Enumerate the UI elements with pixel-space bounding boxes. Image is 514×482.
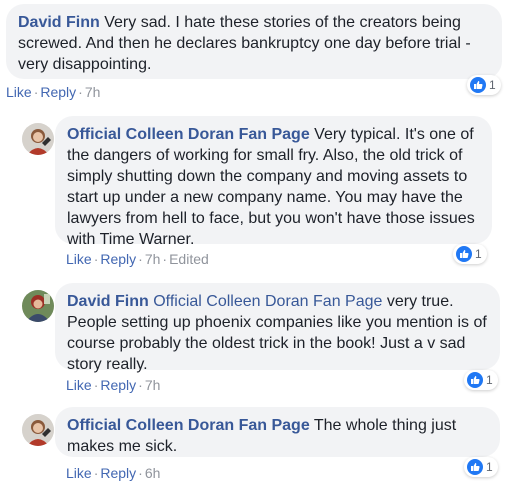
timestamp[interactable]: 6h [145, 465, 161, 481]
like-thumb-icon [467, 372, 483, 388]
comment-text: very disappointing. [18, 56, 152, 73]
comment-bubble: Official Colleen Doran Fan Page The whol… [55, 407, 500, 457]
comment-actions: Like · Reply · 7h · Edited [66, 251, 209, 267]
timestamp[interactable]: 7h [145, 251, 161, 267]
comment-bubble: David Finn Official Colleen Doran Fan Pa… [55, 283, 500, 373]
comment-text: People setting up phoenix companies like… [67, 314, 487, 331]
like-button[interactable]: Like [66, 251, 92, 267]
reaction-count: 1 [486, 460, 493, 474]
reaction-count: 1 [486, 373, 493, 387]
comment-actions: Like · Reply · 6h [66, 465, 161, 481]
comment-text: The whole thing just [309, 417, 457, 434]
reaction-count-badge[interactable]: 1 [467, 75, 501, 95]
like-button[interactable]: Like [66, 465, 92, 481]
reaction-count-badge[interactable]: 1 [453, 244, 487, 264]
like-thumb-icon [470, 77, 486, 93]
comment-text: start up under a new company name. You m… [67, 189, 463, 206]
reaction-count-badge[interactable]: 1 [464, 457, 498, 477]
like-button[interactable]: Like [6, 84, 32, 100]
comment-text: course probably the oldest trick in the … [67, 335, 466, 352]
comment-text: simply shutting down the company and mov… [67, 168, 468, 185]
comment-bubble: Official Colleen Doran Fan Page Very typ… [55, 116, 492, 248]
comment-bubble: David Finn Very sad. I hate these storie… [6, 4, 502, 79]
avatar[interactable] [22, 290, 54, 322]
reply-button[interactable]: Reply [100, 377, 136, 393]
david-finn-avatar-icon [22, 290, 54, 322]
comment-text: with Time Warner. [67, 231, 195, 248]
reply-button[interactable]: Reply [100, 251, 136, 267]
timestamp[interactable]: 7h [145, 377, 161, 393]
comment-author-link[interactable]: David Finn [67, 293, 149, 310]
timestamp[interactable]: 7h [85, 84, 101, 100]
reaction-count-badge[interactable]: 1 [464, 370, 498, 390]
comment-text: very true. [382, 293, 454, 310]
comment-text: Very sad. I hate these stories of the cr… [99, 14, 461, 31]
avatar[interactable] [22, 414, 54, 446]
comment-actions: Like · Reply · 7h [6, 84, 101, 100]
like-thumb-icon [467, 459, 483, 475]
mention-link[interactable]: Official Colleen Doran Fan Page [153, 293, 382, 310]
like-button[interactable]: Like [66, 377, 92, 393]
comment-author-link[interactable]: David Finn [18, 14, 100, 31]
edited-label[interactable]: Edited [169, 251, 209, 267]
comment-text: Very typical. It's one of [309, 126, 474, 143]
colleen-doran-avatar-icon [22, 123, 54, 155]
comment-text: the dangers of working for small fry. Al… [67, 147, 463, 164]
comment-actions: Like · Reply · 7h [66, 377, 161, 393]
comment-author-link[interactable]: Official Colleen Doran Fan Page [67, 126, 310, 143]
like-thumb-icon [456, 246, 472, 262]
reaction-count: 1 [489, 78, 496, 92]
comment-text: makes me sick. [67, 438, 178, 455]
avatar[interactable] [22, 123, 54, 155]
comment-text: screwed. And then he declares bankruptcy… [18, 35, 471, 52]
comment-author-link[interactable]: Official Colleen Doran Fan Page [67, 417, 310, 434]
comment-text: story really. [67, 356, 148, 373]
colleen-doran-avatar-icon [22, 414, 54, 446]
reply-button[interactable]: Reply [100, 465, 136, 481]
reaction-count: 1 [475, 247, 482, 261]
comment-text: lawyers from hell to face, but you won't… [67, 210, 475, 227]
reply-button[interactable]: Reply [40, 84, 76, 100]
